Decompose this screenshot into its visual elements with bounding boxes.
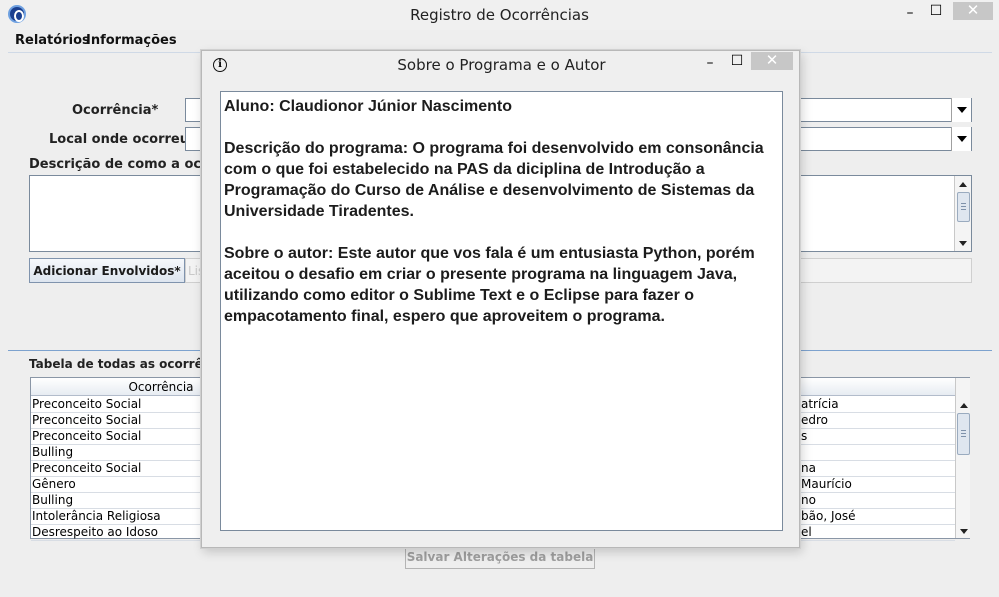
dialog-minimize-button[interactable]: – xyxy=(696,53,724,75)
cell-envolvidos: bão, José xyxy=(801,509,856,523)
local-dropdown-icon[interactable] xyxy=(951,127,971,151)
local-label: Local onde ocorreu* xyxy=(49,132,196,147)
cell-envolvidos: s xyxy=(801,429,808,443)
cell-envolvidos: edro xyxy=(801,413,829,427)
dialog-close-button[interactable]: ✕ xyxy=(751,52,793,70)
about-text-area[interactable]: Aluno: Claudionor Júnior Nascimento Desc… xyxy=(220,91,783,531)
author-line: Aluno: Claudionor Júnior Nascimento xyxy=(224,98,513,115)
table-scrollbar[interactable] xyxy=(955,378,970,538)
cell-ocorrencia: Intolerância Religiosa xyxy=(32,509,161,523)
cell-envolvidos: atrícia xyxy=(801,397,839,411)
dialog-maximize-button[interactable]: ☐ xyxy=(723,51,751,73)
table-scroll-up-icon[interactable] xyxy=(956,398,971,412)
about-dialog: i Sobre o Programa e o Autor – ☐ ✕ Aluno… xyxy=(201,50,800,548)
table-scroll-thumb[interactable] xyxy=(957,413,970,455)
table-scroll-down-icon[interactable] xyxy=(956,524,971,538)
add-envolvidos-button[interactable]: Adicionar Envolvidos* xyxy=(29,258,185,283)
minimize-button[interactable]: – xyxy=(896,3,924,25)
scroll-down-icon[interactable] xyxy=(955,236,971,250)
cell-envolvidos: Maurício xyxy=(801,477,852,491)
cell-ocorrencia: Preconceito Social xyxy=(32,429,142,443)
author-description: Sobre o autor: Este autor que vos fala é… xyxy=(224,245,755,325)
cell-envolvidos: no xyxy=(801,493,816,507)
ocorrencia-dropdown-icon[interactable] xyxy=(951,98,971,122)
close-button[interactable]: ✕ xyxy=(953,2,993,20)
cell-ocorrencia: Preconceito Social xyxy=(32,461,142,475)
cell-ocorrencia: Preconceito Social xyxy=(32,413,142,427)
program-description: Descrição do programa: O programa foi de… xyxy=(224,140,764,220)
cell-ocorrencia: Preconceito Social xyxy=(32,397,142,411)
ocorrencia-label: Ocorrência* xyxy=(72,103,159,118)
cell-ocorrencia: Bulling xyxy=(32,493,74,507)
cell-ocorrencia: Gênero xyxy=(32,477,76,491)
maximize-button[interactable]: ☐ xyxy=(922,1,950,23)
cell-envolvidos: na xyxy=(801,461,816,475)
cell-ocorrencia: Desrespeito ao Idoso xyxy=(32,525,158,539)
cell-ocorrencia: Bulling xyxy=(32,445,74,459)
cell-envolvidos: el xyxy=(801,525,812,539)
scroll-up-icon[interactable] xyxy=(955,177,971,191)
save-table-button[interactable]: Salvar Alterações da tabela xyxy=(405,545,595,569)
menu-informacoes[interactable]: Informações xyxy=(86,33,177,48)
scroll-thumb[interactable] xyxy=(957,192,970,222)
window-title: Registro de Ocorrências xyxy=(410,6,589,24)
menu-relatorios[interactable]: Relatórios xyxy=(15,33,90,48)
descricao-scrollbar[interactable] xyxy=(954,176,971,251)
